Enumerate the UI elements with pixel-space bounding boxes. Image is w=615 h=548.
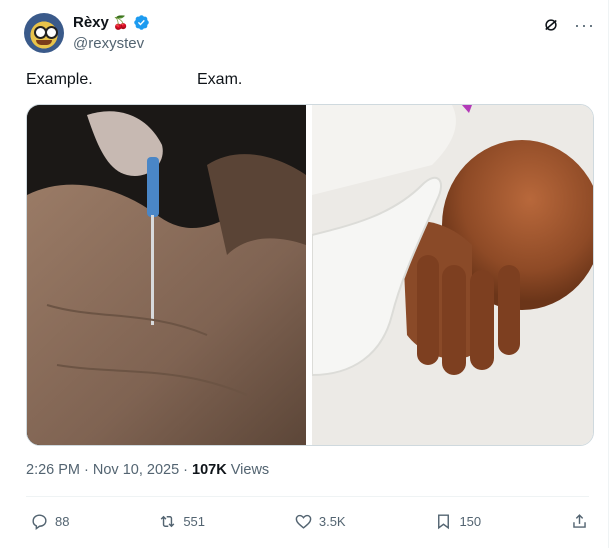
views-label: Views: [230, 462, 270, 478]
reply-icon: [32, 513, 47, 530]
author-name[interactable]: Rèxy: [73, 14, 109, 31]
share-icon: [573, 513, 586, 528]
name-row[interactable]: Rèxy 🍒: [73, 14, 150, 31]
action-bar: 88 551 3.5K 150: [30, 509, 589, 533]
author-name-emoji: 🍒: [112, 14, 130, 30]
divider: [26, 496, 589, 497]
media-image-left[interactable]: [27, 105, 306, 445]
author-handle[interactable]: @rexystev: [73, 35, 144, 52]
views-count: 107K: [192, 462, 227, 478]
media-image-right[interactable]: [312, 105, 593, 445]
grok-icon[interactable]: [542, 16, 560, 34]
avatar-eye-right: [45, 26, 58, 39]
more-options-icon[interactable]: ···: [574, 16, 595, 34]
verified-badge-icon: [134, 15, 149, 30]
repost-button[interactable]: 551: [158, 512, 205, 531]
bookmark-icon: [438, 513, 450, 529]
repost-icon: [160, 515, 175, 527]
reply-count: 88: [55, 513, 70, 529]
reply-button[interactable]: 88: [30, 512, 69, 531]
media-grid[interactable]: [26, 104, 594, 446]
post-meta: 2:26 PM · Nov 10, 2025 · 107K Views: [26, 462, 270, 478]
like-count: 3.5K: [318, 513, 346, 529]
bookmark-button[interactable]: 150: [434, 512, 481, 531]
bookmark-count: 150: [459, 513, 482, 529]
injection-photo: [27, 105, 306, 445]
swollen-hand-photo: [312, 105, 593, 445]
frame-edge: [608, 0, 609, 548]
post-header: Rèxy 🍒 @rexystev ···: [24, 13, 595, 57]
repost-count: 551: [183, 513, 206, 529]
caption-right: Exam.: [197, 71, 243, 88]
like-button[interactable]: 3.5K: [294, 512, 346, 531]
share-button[interactable]: [570, 512, 589, 531]
caption-left: Example.: [26, 71, 93, 88]
avatar[interactable]: [24, 13, 64, 53]
post-time[interactable]: 2:26 PM: [26, 462, 80, 478]
avatar-mouth: [36, 40, 52, 45]
heart-icon: [295, 514, 312, 529]
post-date[interactable]: Nov 10, 2025: [93, 462, 179, 478]
header-actions: ···: [542, 16, 595, 34]
